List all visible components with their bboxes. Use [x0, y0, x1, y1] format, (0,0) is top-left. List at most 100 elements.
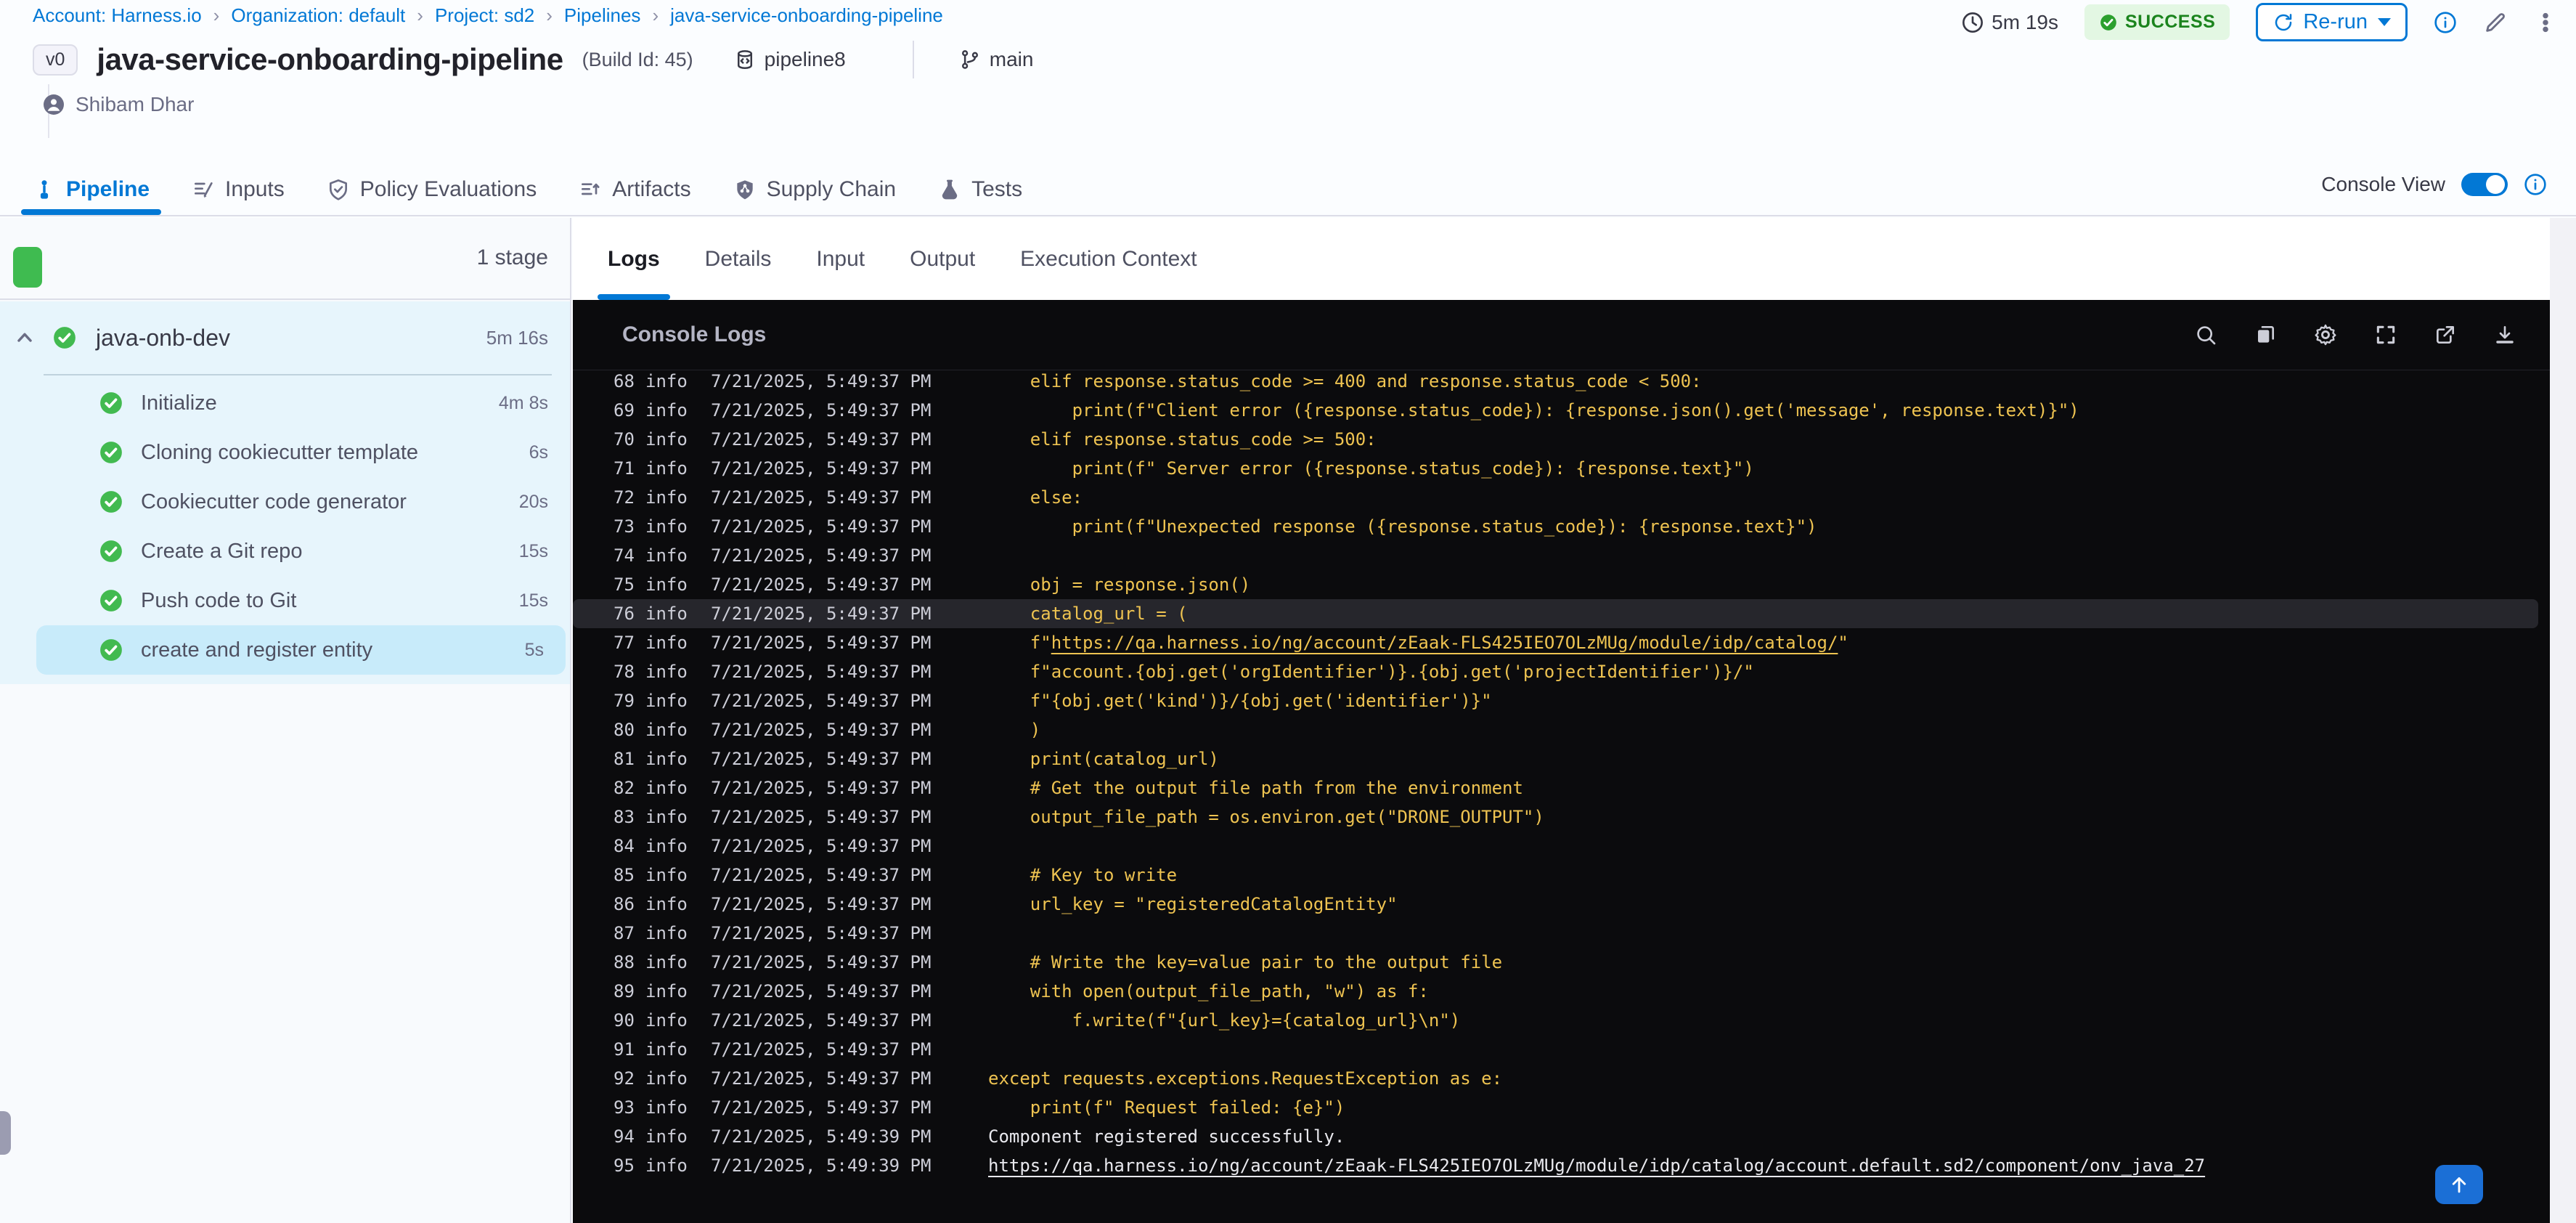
- tab-pipeline[interactable]: Pipeline: [20, 164, 162, 215]
- log-link[interactable]: https://qa.harness.io/ng/account/zEaak-F…: [1051, 633, 1838, 653]
- step-cookiecutter-code-generator[interactable]: Cookiecutter code generator 20s: [0, 477, 570, 527]
- rerun-label: Re-run: [2303, 10, 2368, 33]
- log-level: info: [645, 574, 688, 595]
- branch-chip[interactable]: main: [959, 48, 1033, 71]
- resize-handle[interactable]: [0, 1111, 11, 1155]
- inputs-icon: [192, 178, 215, 201]
- stage-success-icon: [52, 325, 77, 350]
- log-line-74: 74 info 7/21/2025, 5:49:37 PM: [573, 541, 2550, 570]
- stage-count-label: 1 stage: [476, 245, 548, 269]
- log-tab-execution-context[interactable]: Execution Context: [1020, 218, 1197, 300]
- step-cloning-cookiecutter-template[interactable]: Cloning cookiecutter template 6s: [0, 428, 570, 477]
- log-level: info: [645, 429, 688, 450]
- log-line-88: 88 info 7/21/2025, 5:49:37 PM # Write the …: [573, 948, 2550, 977]
- step-duration: 5s: [524, 639, 544, 660]
- log-line-84: 84 info 7/21/2025, 5:49:37 PM: [573, 832, 2550, 861]
- log-line-number: 68: [614, 371, 635, 391]
- log-message: obj = response.json(): [988, 574, 1251, 595]
- pipeline-execution-page: Account: Harness.io › Organization: defaul…: [0, 0, 2576, 1223]
- log-line-82: 82 info 7/21/2025, 5:49:37 PM # Get the ou…: [573, 773, 2550, 803]
- log-tab-logs[interactable]: Logs: [598, 218, 670, 300]
- log-message: f.write(f"{url_key}={catalog_url}\n"): [988, 1010, 1461, 1031]
- open-in-new-icon[interactable]: [2434, 323, 2457, 346]
- log-line-76: 76 info 7/21/2025, 5:49:37 PM catalog_url …: [573, 599, 2538, 628]
- more-options-icon[interactable]: [2534, 11, 2557, 34]
- log-tab-details[interactable]: Details: [705, 218, 772, 300]
- log-line-number: 94: [614, 1126, 635, 1147]
- page-header: Account: Harness.io › Organization: defaul…: [0, 0, 2576, 216]
- step-success-icon: [99, 440, 123, 465]
- step-label: Create a Git repo: [141, 539, 303, 563]
- tab-tests[interactable]: Tests: [938, 164, 1022, 215]
- download-icon[interactable]: [2493, 323, 2516, 346]
- log-message: ): [988, 720, 1041, 740]
- stage-status-square: [13, 247, 42, 288]
- log-level: info: [645, 487, 688, 508]
- scroll-to-top-button[interactable]: [2435, 1165, 2483, 1204]
- tab-label: Pipeline: [66, 177, 150, 201]
- rerun-button[interactable]: Re-run: [2256, 3, 2408, 41]
- log-line-number: 80: [614, 720, 635, 740]
- log-message: with open(output_file_path, "w") as f:: [988, 981, 1429, 1001]
- log-timestamp: 7/21/2025, 5:49:37 PM: [711, 371, 932, 391]
- log-timestamp: 7/21/2025, 5:49:37 PM: [711, 487, 932, 508]
- log-timestamp: 7/21/2025, 5:49:37 PM: [711, 1097, 932, 1118]
- breadcrumb-link[interactable]: Organization: default: [231, 4, 405, 27]
- step-create-and-register-entity[interactable]: create and register entity 5s: [36, 625, 566, 675]
- log-line-71: 71 info 7/21/2025, 5:49:37 PM print(f" Ser…: [573, 454, 2550, 483]
- console-view-info-icon[interactable]: [2524, 173, 2547, 196]
- log-message: f"https://qa.harness.io/ng/account/zEaak…: [988, 633, 1849, 653]
- log-line-number: 83: [614, 807, 635, 827]
- log-line-number: 76: [614, 604, 635, 624]
- page-edge: [2550, 218, 2576, 1223]
- step-success-icon: [99, 391, 123, 415]
- log-level: info: [645, 1039, 688, 1060]
- copy-icon[interactable]: [2254, 323, 2277, 346]
- user-avatar-icon: [42, 93, 65, 116]
- log-timestamp: 7/21/2025, 5:49:37 PM: [711, 691, 932, 711]
- log-link[interactable]: https://qa.harness.io/ng/account/zEaak-F…: [988, 1155, 2205, 1176]
- console-view-toggle[interactable]: [2461, 173, 2508, 196]
- breadcrumb-separator: ›: [546, 4, 553, 26]
- log-timestamp: 7/21/2025, 5:49:37 PM: [711, 894, 932, 914]
- chevron-up-icon[interactable]: [13, 326, 36, 349]
- breadcrumb-link[interactable]: java-service-onboarding-pipeline: [670, 4, 943, 27]
- tab-supply-chain[interactable]: Supply Chain: [733, 164, 896, 215]
- step-create-a-git-repo[interactable]: Create a Git repo 15s: [0, 527, 570, 576]
- log-message: Component registered successfully.: [988, 1126, 1345, 1147]
- log-tab-output[interactable]: Output: [910, 218, 975, 300]
- log-line-number: 86: [614, 894, 635, 914]
- log-message: f"{obj.get('kind')}/{obj.get('identifier…: [988, 691, 1492, 711]
- log-tab-input[interactable]: Input: [816, 218, 865, 300]
- log-timestamp: 7/21/2025, 5:49:37 PM: [711, 981, 932, 1001]
- step-push-code-to-git[interactable]: Push code to Git 15s: [0, 576, 570, 625]
- log-timestamp: 7/21/2025, 5:49:37 PM: [711, 1068, 932, 1089]
- console-log-area[interactable]: 68 info 7/21/2025, 5:49:37 PM elif respons…: [573, 371, 2550, 1223]
- log-line-number: 91: [614, 1039, 635, 1060]
- log-level: info: [645, 371, 688, 391]
- search-icon[interactable]: [2194, 323, 2217, 346]
- fullscreen-icon[interactable]: [2374, 323, 2397, 346]
- status-badge: SUCCESS: [2084, 4, 2230, 40]
- step-initialize[interactable]: Initialize 4m 8s: [0, 378, 570, 428]
- edit-pipeline-icon[interactable]: [2483, 10, 2508, 35]
- console-view-label: Console View: [2321, 173, 2445, 195]
- breadcrumb-link[interactable]: Project: sd2: [435, 4, 534, 27]
- artifacts-icon: [579, 178, 602, 201]
- pipeline-ref[interactable]: pipeline8: [734, 48, 846, 71]
- log-level: info: [645, 691, 688, 711]
- step-duration: 15s: [518, 540, 548, 561]
- tab-policy-evaluations[interactable]: Policy Evaluations: [327, 164, 537, 215]
- log-timestamp: 7/21/2025, 5:49:37 PM: [711, 545, 932, 566]
- stage-row-java-onb-dev[interactable]: java-onb-dev 5m 16s: [0, 301, 570, 374]
- log-message: output_file_path = os.environ.get("DRONE…: [988, 807, 1544, 827]
- tab-artifacts[interactable]: Artifacts: [579, 164, 691, 215]
- log-timestamp: 7/21/2025, 5:49:37 PM: [711, 952, 932, 972]
- breadcrumb-link[interactable]: Account: Harness.io: [33, 4, 202, 27]
- breadcrumb-link[interactable]: Pipelines: [564, 4, 641, 27]
- info-icon[interactable]: [2434, 11, 2457, 34]
- log-level: info: [645, 778, 688, 798]
- settings-icon[interactable]: [2313, 322, 2338, 347]
- tab-inputs[interactable]: Inputs: [192, 164, 285, 215]
- shield-check-icon: [327, 178, 350, 201]
